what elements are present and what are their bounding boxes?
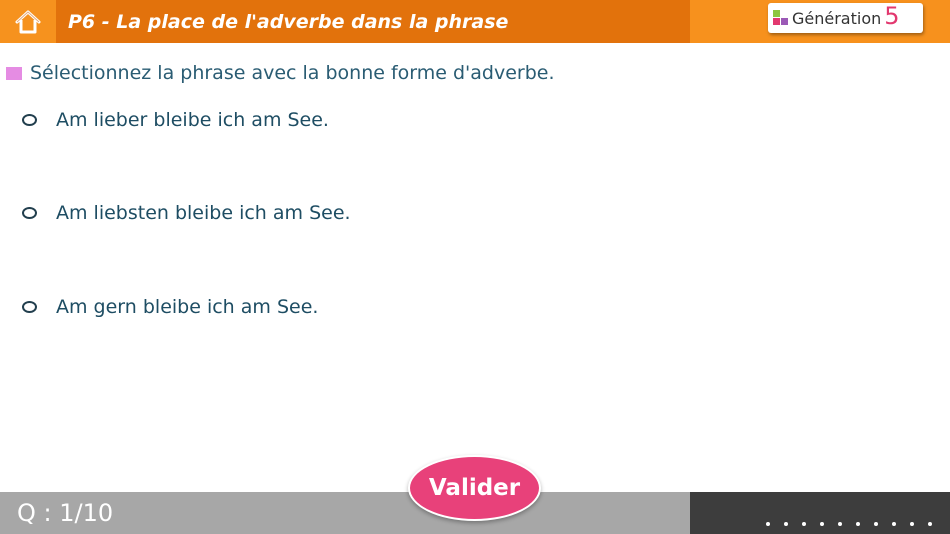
radio-button[interactable]	[22, 114, 37, 126]
progress-dot	[856, 522, 860, 526]
option-1[interactable]: Am lieber bleibe ich am See.	[22, 109, 329, 131]
brand-area: Génération 5	[690, 0, 950, 43]
instruction: Sélectionnez la phrase avec la bonne for…	[6, 62, 555, 84]
option-label[interactable]: Am gern bleibe ich am See.	[56, 296, 318, 318]
title-bar: P6 - La place de l'adverbe dans la phras…	[56, 0, 690, 43]
question-counter: Q : 1/10	[17, 499, 114, 527]
progress-dots	[752, 522, 932, 526]
option-2[interactable]: Am liebsten bleibe ich am See.	[22, 202, 351, 224]
page-title: P6 - La place de l'adverbe dans la phras…	[68, 10, 509, 33]
progress-dot	[766, 522, 770, 526]
progress-dot	[874, 522, 878, 526]
instruction-text: Sélectionnez la phrase avec la bonne for…	[30, 62, 555, 84]
option-label[interactable]: Am liebsten bleibe ich am See.	[56, 202, 351, 224]
progress-dot	[802, 522, 806, 526]
progress-dot	[838, 522, 842, 526]
progress-dot	[928, 522, 932, 526]
header: P6 - La place de l'adverbe dans la phras…	[0, 0, 950, 43]
instruction-marker	[6, 66, 22, 80]
progress-dot	[910, 522, 914, 526]
option-label[interactable]: Am lieber bleibe ich am See.	[56, 109, 329, 131]
radio-button[interactable]	[22, 301, 37, 313]
logo-squares-icon	[773, 10, 789, 26]
progress-panel	[690, 492, 950, 534]
progress-dot	[892, 522, 896, 526]
brand-name: Génération	[792, 8, 882, 28]
brand-number: 5	[884, 2, 900, 30]
home-icon	[15, 10, 41, 33]
radio-button[interactable]	[22, 207, 37, 219]
brand-logo: Génération 5	[768, 3, 923, 33]
valider-button[interactable]: Valider	[408, 455, 541, 521]
progress-dot	[784, 522, 788, 526]
option-3[interactable]: Am gern bleibe ich am See.	[22, 296, 318, 318]
home-button[interactable]	[0, 0, 56, 43]
progress-dot	[820, 522, 824, 526]
